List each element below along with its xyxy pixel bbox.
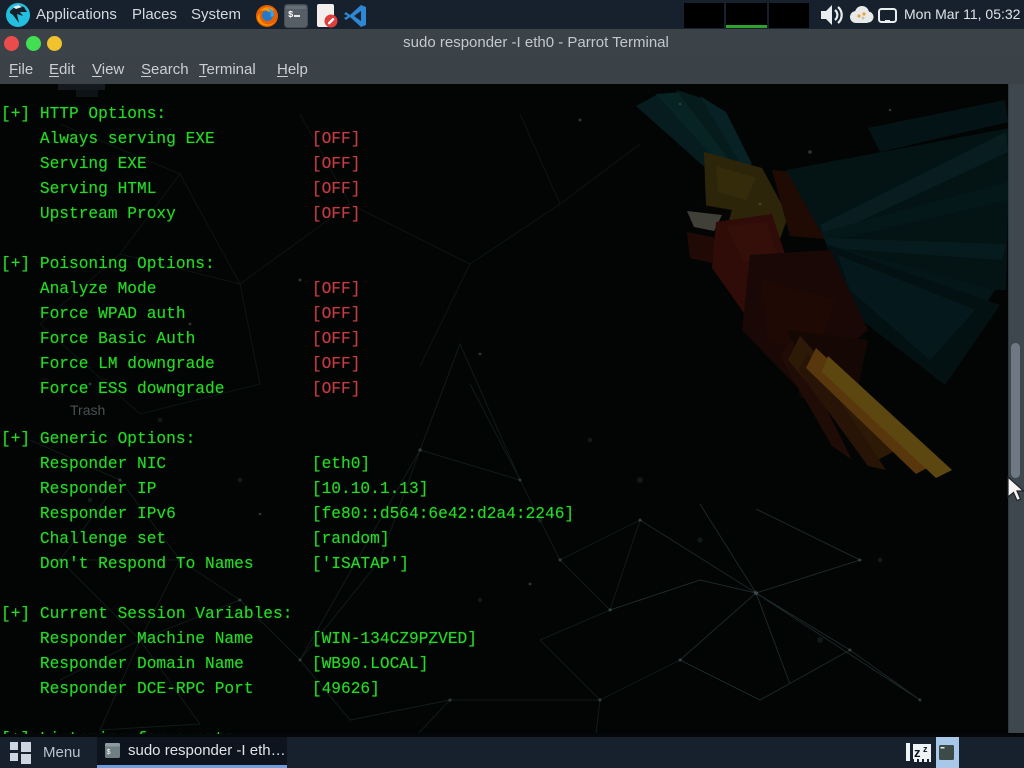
svg-text:$: $ bbox=[107, 749, 111, 757]
svg-text:$: $ bbox=[288, 10, 294, 20]
svg-text:z: z bbox=[914, 745, 921, 760]
svg-text:z: z bbox=[923, 744, 928, 754]
